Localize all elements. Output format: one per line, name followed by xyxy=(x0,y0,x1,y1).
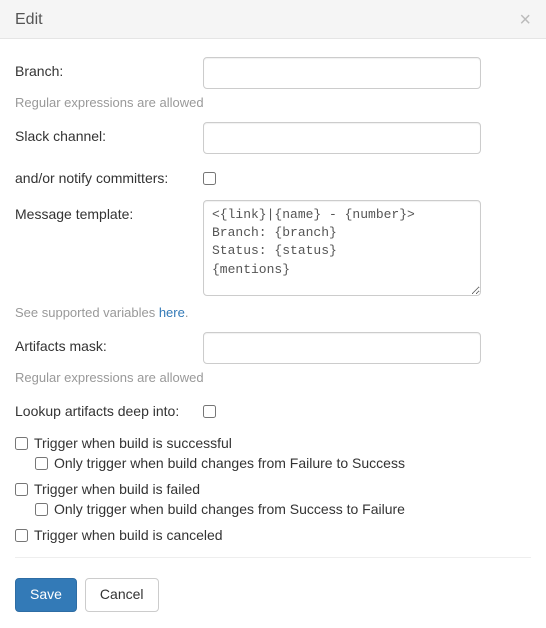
message-template-input[interactable]: <{link}|{name} - {number}> Branch: {bran… xyxy=(203,200,481,296)
modal-title: Edit xyxy=(15,11,43,29)
template-row: Message template: <{link}|{name} - {numb… xyxy=(15,200,531,299)
trigger-success-label-wrap[interactable]: Trigger when build is successful xyxy=(15,435,531,451)
trigger-success-label: Trigger when build is successful xyxy=(34,435,232,451)
trigger-success-checkbox[interactable] xyxy=(15,437,28,450)
edit-modal: Edit × Branch: Regular expressions are a… xyxy=(0,0,546,628)
notify-label: and/or notify committers: xyxy=(15,164,203,186)
template-help-prefix: See supported variables xyxy=(15,305,159,320)
trigger-failed-checkbox[interactable] xyxy=(15,483,28,496)
branch-label: Branch: xyxy=(15,57,203,79)
trigger-canceled-checkbox[interactable] xyxy=(15,529,28,542)
trigger-success-row: Trigger when build is successful xyxy=(15,435,531,451)
trigger-failed-label-wrap[interactable]: Trigger when build is failed xyxy=(15,481,531,497)
trigger-success-sub-label-wrap[interactable]: Only trigger when build changes from Fai… xyxy=(35,455,531,471)
branch-input[interactable] xyxy=(203,57,481,89)
trigger-failed-sub-row: Only trigger when build changes from Suc… xyxy=(35,501,531,517)
trigger-canceled-row: Trigger when build is canceled xyxy=(15,527,531,543)
trigger-failed-sub-checkbox[interactable] xyxy=(35,503,48,516)
save-button[interactable]: Save xyxy=(15,578,77,612)
trigger-canceled-label: Trigger when build is canceled xyxy=(34,527,223,543)
template-help-suffix: . xyxy=(185,305,189,320)
template-label: Message template: xyxy=(15,200,203,222)
artifacts-help: Regular expressions are allowed xyxy=(15,370,531,385)
trigger-success-sub-row: Only trigger when build changes from Fai… xyxy=(35,455,531,471)
artifacts-mask-input[interactable] xyxy=(203,332,481,364)
lookup-label: Lookup artifacts deep into: xyxy=(15,397,203,419)
close-button[interactable]: × xyxy=(519,10,531,30)
slack-label: Slack channel: xyxy=(15,122,203,144)
notify-row: and/or notify committers: xyxy=(15,164,531,188)
modal-header: Edit × xyxy=(0,0,546,39)
trigger-failed-sub-label-wrap[interactable]: Only trigger when build changes from Suc… xyxy=(35,501,531,517)
modal-body: Branch: Regular expressions are allowed … xyxy=(0,39,546,576)
supported-variables-link[interactable]: here xyxy=(159,305,185,320)
slack-row: Slack channel: xyxy=(15,122,531,154)
trigger-success-sub-label: Only trigger when build changes from Fai… xyxy=(54,455,405,471)
lookup-artifacts-checkbox[interactable] xyxy=(203,405,216,418)
branch-help: Regular expressions are allowed xyxy=(15,95,531,110)
trigger-success-sub-checkbox[interactable] xyxy=(35,457,48,470)
lookup-row: Lookup artifacts deep into: xyxy=(15,397,531,421)
trigger-canceled-label-wrap[interactable]: Trigger when build is canceled xyxy=(15,527,531,543)
trigger-failed-sub-label: Only trigger when build changes from Suc… xyxy=(54,501,405,517)
template-help: See supported variables here. xyxy=(15,305,531,320)
trigger-failed-row: Trigger when build is failed xyxy=(15,481,531,497)
modal-footer: Save Cancel xyxy=(0,576,546,628)
trigger-failed-label: Trigger when build is failed xyxy=(34,481,200,497)
separator xyxy=(15,557,531,558)
branch-row: Branch: xyxy=(15,57,531,89)
notify-committers-checkbox[interactable] xyxy=(203,172,216,185)
cancel-button[interactable]: Cancel xyxy=(85,578,159,612)
artifacts-row: Artifacts mask: xyxy=(15,332,531,364)
artifacts-label: Artifacts mask: xyxy=(15,332,203,354)
slack-channel-input[interactable] xyxy=(203,122,481,154)
